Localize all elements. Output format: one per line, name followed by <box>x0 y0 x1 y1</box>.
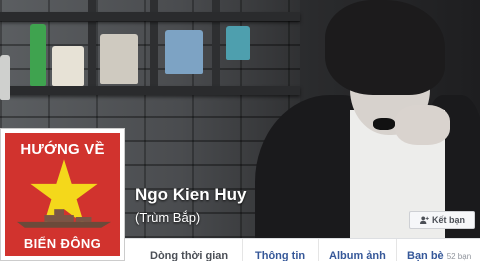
profile-picture-bottom-text: BIỂN ĐÔNG <box>23 236 102 251</box>
add-friend-icon <box>419 216 429 224</box>
cover-person-hand <box>395 105 450 145</box>
profile-picture-image: HƯỚNG VỀ BIỂN ĐÔNG <box>5 133 120 256</box>
add-friend-button[interactable]: Kết bạn <box>409 211 475 229</box>
add-friend-label: Kết bạn <box>431 215 465 225</box>
cover-person <box>255 0 480 238</box>
cover-can <box>52 46 84 86</box>
tab-timeline-label: Dòng thời gian <box>150 250 229 261</box>
profile-picture[interactable]: HƯỚNG VỀ BIỂN ĐÔNG <box>0 128 125 261</box>
ship-icon <box>16 209 112 228</box>
tab-friends-count: 52 bạn <box>446 252 472 261</box>
tab-about[interactable]: Thông tin <box>242 239 318 261</box>
tab-friends-label: Bạn bè <box>407 250 444 261</box>
cover-person-hair <box>325 0 445 95</box>
cover-person-bowtie <box>373 118 395 130</box>
cover-bottle <box>30 24 46 86</box>
cover-can <box>100 34 138 84</box>
profile-header: HƯỚNG VỀ BIỂN ĐÔNG Ngo Kien Huy (Trùm Bắ… <box>0 0 480 261</box>
tab-photos[interactable]: Album ảnh <box>318 239 396 261</box>
tab-about-label: Thông tin <box>255 250 306 261</box>
tab-photos-label: Album ảnh <box>329 250 386 261</box>
profile-nickname: (Trùm Bắp) <box>135 210 201 225</box>
tab-timeline[interactable]: Dòng thời gian <box>150 239 228 261</box>
cover-can <box>226 26 250 60</box>
cover-can <box>0 55 10 100</box>
profile-name[interactable]: Ngo Kien Huy <box>135 185 246 205</box>
tab-friends[interactable]: Bạn bè 52 bạn <box>396 239 480 261</box>
cover-can <box>165 30 203 74</box>
profile-picture-top-text: HƯỚNG VỀ <box>20 141 105 158</box>
profile-tabs: Dòng thời gian Thông tin Album ảnh Bạn b… <box>125 238 480 261</box>
